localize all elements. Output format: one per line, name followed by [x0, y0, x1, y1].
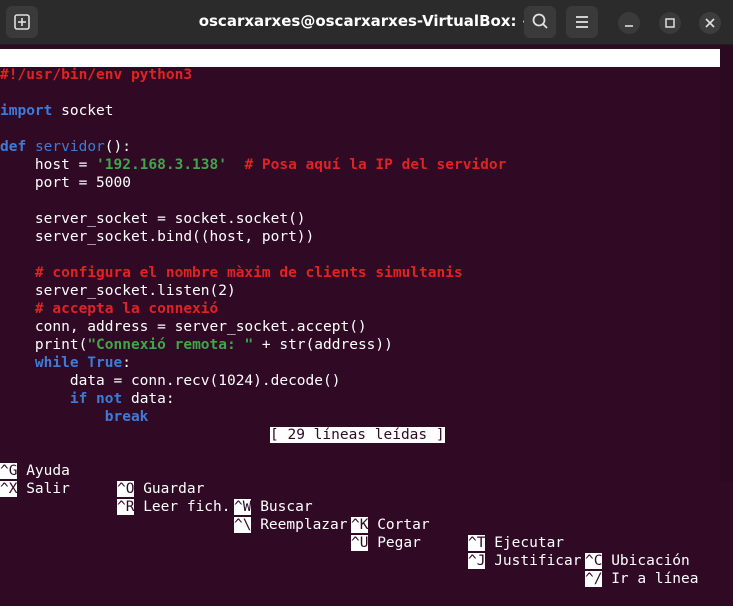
- shortcut-key: ^/: [585, 571, 603, 587]
- code-text: socket: [52, 103, 114, 119]
- code-text: data:: [122, 391, 175, 407]
- code-text: data = conn.recv(1024).decode(): [0, 373, 341, 389]
- keyword-break: break: [0, 409, 149, 425]
- shortcut-justify[interactable]: ^J Justificar: [468, 552, 582, 570]
- shortcut-goto-line[interactable]: ^/ Ir a línea: [585, 570, 699, 588]
- shortcut-location[interactable]: ^C Ubicación: [585, 552, 690, 570]
- minimize-button[interactable]: [618, 12, 640, 34]
- code-text: port = 5000: [0, 175, 131, 191]
- shortcut-label: Salir: [17, 481, 70, 497]
- shortcut-execute[interactable]: ^T Ejecutar: [468, 534, 564, 552]
- code-line-9: server_socket = socket.socket(): [0, 210, 306, 228]
- code-text: conn, address = server_socket.accept(): [0, 319, 367, 335]
- shortcut-exit[interactable]: ^X Salir: [0, 480, 70, 498]
- code-line-3: import socket: [0, 102, 114, 120]
- shortcut-key: ^\: [234, 517, 252, 533]
- function-name: servidor: [34, 139, 105, 155]
- shortcut-key: ^O: [117, 481, 135, 497]
- code-comment: # Posa aquí la IP del servidor: [244, 157, 507, 173]
- keyword-def: def: [0, 139, 27, 155]
- close-button[interactable]: [699, 12, 721, 34]
- maximize-icon: [665, 18, 675, 28]
- keyword-while: while: [0, 355, 79, 371]
- scrollbar[interactable]: [720, 45, 733, 482]
- keyword-if: if: [0, 391, 88, 407]
- shortcut-replace[interactable]: ^\ Reemplazar: [234, 516, 348, 534]
- shortcut-label: Cortar: [368, 517, 430, 533]
- shortcut-label: Pegar: [368, 535, 421, 551]
- shortcut-label: Guardar: [134, 481, 205, 497]
- code-comment: # configura el nombre màxim de clients s…: [0, 265, 463, 281]
- code-line-20: break: [0, 408, 149, 426]
- status-bar: [ 29 líneas leídas ]: [270, 426, 445, 444]
- nano-header: GNU nano 6.2 servidor.py: [0, 49, 720, 102]
- code-line-1: #!/usr/bin/env python3: [0, 66, 192, 84]
- terminal-area[interactable]: GNU nano 6.2 servidor.py #!/usr/bin/env …: [0, 45, 720, 587]
- string-literal: '192.168.3.138': [96, 157, 227, 173]
- shortcut-key: ^J: [468, 553, 486, 569]
- code-line-6: host = '192.168.3.138' # Posa aquí la IP…: [0, 156, 506, 174]
- shortcut-search[interactable]: ^W Buscar: [234, 498, 313, 516]
- shortcut-key: ^K: [351, 517, 369, 533]
- shortcut-key: ^R: [117, 499, 135, 515]
- shortcut-key: ^W: [234, 499, 252, 515]
- code-text: server_socket.bind((host, port)): [0, 229, 315, 245]
- code-line-7: port = 5000: [0, 174, 131, 192]
- shortcut-read-file[interactable]: ^R Leer fich.: [117, 498, 231, 516]
- code-line-14: # accepta la connexió: [0, 300, 218, 318]
- code-line-13: server_socket.listen(2): [0, 282, 236, 300]
- status-message: [ 29 líneas leídas ]: [270, 427, 445, 443]
- keyword-import: import: [0, 103, 53, 119]
- code-line-19: if not data:: [0, 390, 175, 408]
- shebang: #!/usr/bin/env python3: [0, 67, 193, 83]
- shortcut-label: Ejecutar: [485, 535, 565, 551]
- code-text: print(: [0, 337, 88, 353]
- shortcut-label: Leer fich.: [134, 499, 231, 515]
- menu-icon: [576, 16, 588, 28]
- code-text: server_socket.listen(2): [0, 283, 236, 299]
- shortcut-row-1: ^G Ayuda ^O Guardar ^W Buscar ^K Cortar …: [0, 444, 690, 569]
- shortcut-row-2: ^X Salir ^R Leer fich. ^\ Reemplazar ^U …: [0, 462, 699, 587]
- menu-button[interactable]: [566, 6, 598, 38]
- code-line-17: while True:: [0, 354, 131, 372]
- search-button[interactable]: [524, 6, 556, 38]
- nano-filename: servidor.py: [333, 86, 430, 102]
- code-text: ():: [104, 139, 131, 155]
- code-comment: # accepta la connexió: [0, 301, 219, 317]
- close-icon: [705, 18, 715, 28]
- code-line-5: def servidor():: [0, 138, 131, 156]
- shortcut-key: ^T: [468, 535, 486, 551]
- code-text: server_socket = socket.socket(): [0, 211, 306, 227]
- window-titlebar: oscarxarxes@oscarxarxes-VirtualBox: ~: [0, 0, 733, 45]
- string-literal: "Connexió remota: ": [87, 337, 254, 353]
- keyword-not: not: [87, 391, 123, 407]
- code-line-18: data = conn.recv(1024).decode(): [0, 372, 341, 390]
- keyword-true: True: [78, 355, 123, 371]
- code-text: + str(address)): [253, 337, 393, 353]
- shortcut-label: Justificar: [485, 553, 582, 569]
- shortcut-label: Buscar: [251, 499, 313, 515]
- code-line-10: server_socket.bind((host, port)): [0, 228, 314, 246]
- shortcut-paste[interactable]: ^U Pegar: [351, 534, 421, 552]
- shortcut-label: Reemplazar: [251, 517, 348, 533]
- shortcut-key: ^X: [0, 481, 18, 497]
- shortcut-save[interactable]: ^O Guardar: [117, 480, 204, 498]
- code-text: host =: [0, 157, 97, 173]
- code-text: :: [122, 355, 131, 371]
- shortcut-key: ^C: [585, 553, 603, 569]
- code-line-16: print("Connexió remota: " + str(address)…: [0, 336, 393, 354]
- maximize-button[interactable]: [659, 12, 681, 34]
- shortcut-label: Ubicación: [602, 553, 690, 569]
- shortcut-label: Ir a línea: [602, 571, 699, 587]
- code-line-15: conn, address = server_socket.accept(): [0, 318, 367, 336]
- search-icon: [532, 13, 548, 29]
- shortcut-cut[interactable]: ^K Cortar: [351, 516, 430, 534]
- code-line-12: # configura el nombre màxim de clients s…: [0, 264, 463, 282]
- shortcut-key: ^U: [351, 535, 369, 551]
- minimize-icon: [625, 25, 633, 27]
